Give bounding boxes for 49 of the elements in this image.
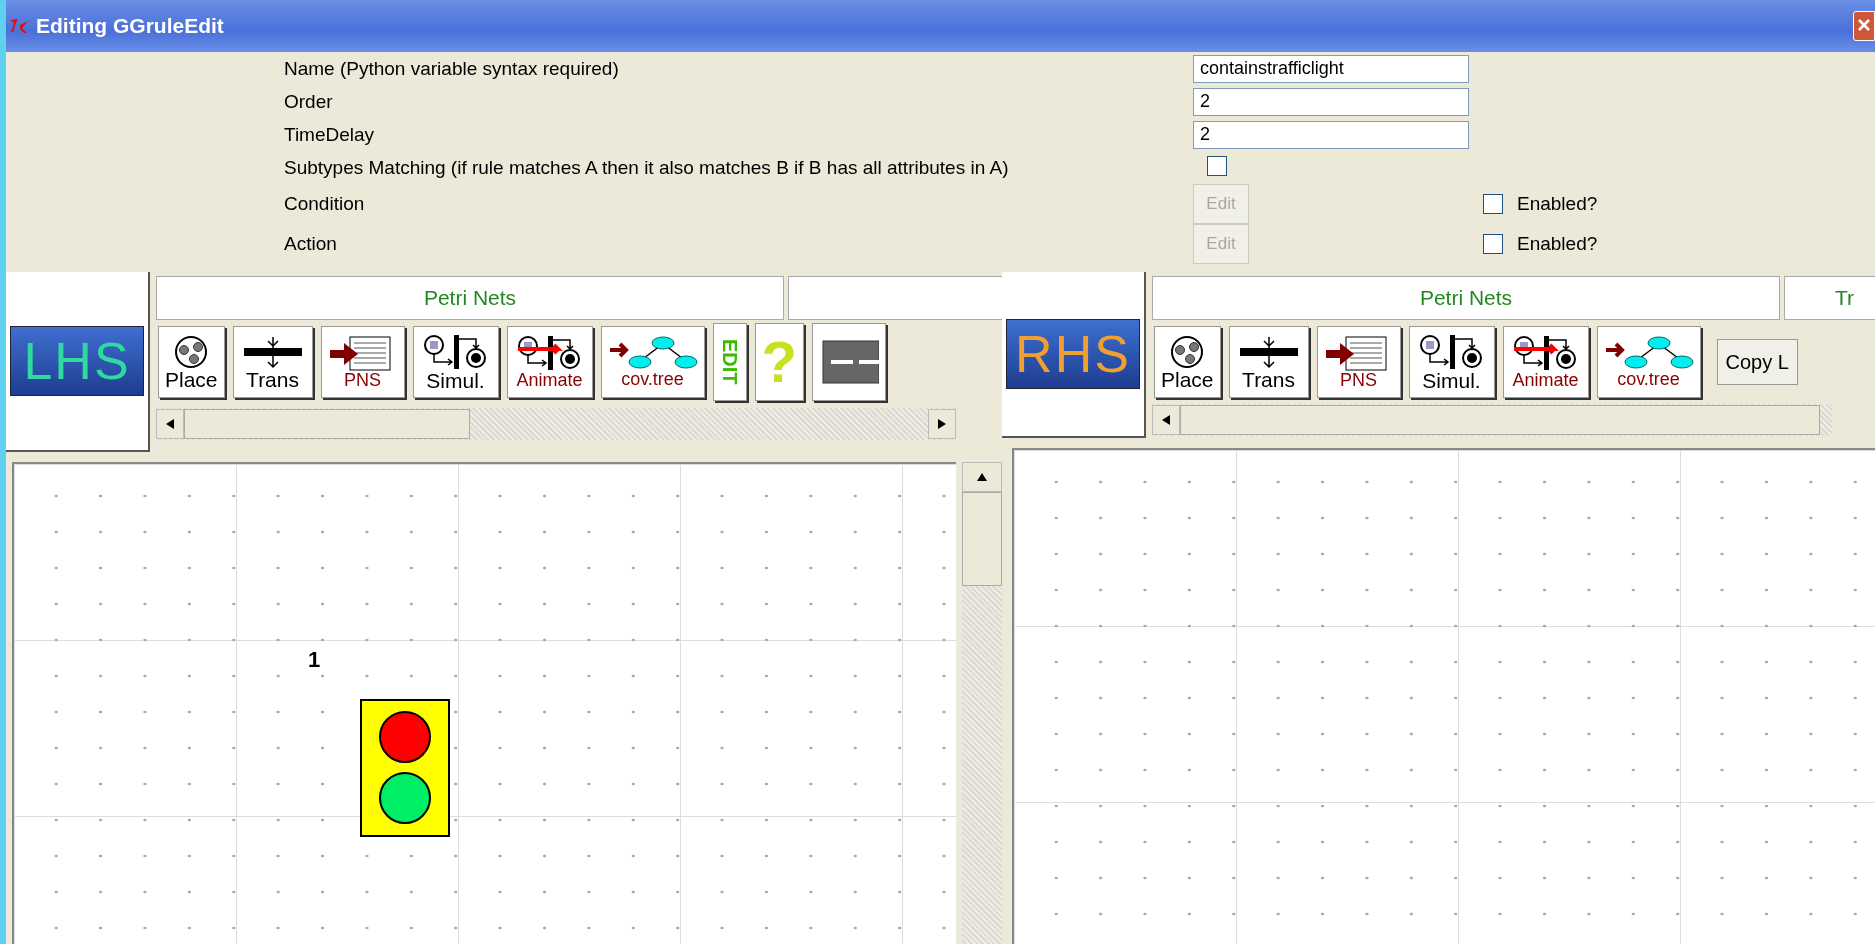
left-arrow-icon [166,419,174,429]
simulate-button[interactable]: Simul. [1408,326,1495,398]
place-button[interactable]: Place [158,326,225,398]
left-arrow-icon [1162,415,1170,425]
right-arrow-icon [938,419,946,429]
logo-badge: LHS [10,326,144,396]
checkbox[interactable] [1207,155,1227,176]
coverage-tree-button[interactable]: cov.tree [600,326,705,398]
node-label: 1 [308,647,321,673]
text-field[interactable]: containstrafficlight [1193,54,1469,83]
pns-button[interactable]: PNS [1316,326,1401,398]
transition-button[interactable]: Trans [232,326,313,398]
field-label: Subtypes Matching (if rule matches A then it also matches B if B has all attributes in A) [284,156,1010,179]
place-button[interactable]: Place [1154,326,1221,398]
window-title: Editing GGruleEdit [36,14,225,38]
drawing-canvas[interactable] [1012,448,1875,944]
toolbar-tab[interactable]: Petri Nets [1152,276,1780,320]
text-field[interactable]: 2 [1193,120,1469,149]
up-arrow-icon [977,473,987,481]
field-label: Action [284,233,338,255]
scrollbar-thumb[interactable] [962,492,1002,586]
simulate-button[interactable]: Simul. [412,326,499,398]
checkbox-label: Enabled? [1517,193,1598,215]
text-field[interactable]: 2 [1193,87,1469,116]
toolbar-tab[interactable]: Petri Nets [156,276,784,320]
drawing-canvas[interactable]: 1 [12,462,956,944]
horizontal-scrollbar[interactable] [156,408,956,440]
tree-icon [1603,336,1694,370]
toolbar-tab[interactable]: Tr [1784,276,1875,320]
feather-icon [8,17,30,35]
animate-button[interactable]: Animate [506,326,593,398]
scrollbar-thumb[interactable] [184,409,470,439]
line-tool-button[interactable] [811,323,886,401]
close-icon [1858,19,1870,31]
close-button[interactable] [1853,11,1875,41]
traffic-light-icon[interactable] [360,699,450,837]
field-label: Name (Python variable syntax required) [284,57,620,80]
animate-button[interactable]: Animate [1502,326,1589,398]
pns-button[interactable]: PNS [320,326,405,398]
field-label: Condition [284,193,366,215]
field-label: Order [284,90,334,113]
checkbox-label: Enabled? [1517,233,1598,255]
transition-button[interactable]: Trans [1228,326,1309,398]
field-label: TimeDelay [284,123,376,146]
vertical-scrollbar[interactable] [962,462,1002,944]
coverage-tree-button[interactable]: cov.tree [1596,326,1701,398]
logo-badge: RHS [1006,319,1140,389]
copy-button[interactable]: Copy L [1716,339,1798,385]
tree-icon [607,336,698,370]
